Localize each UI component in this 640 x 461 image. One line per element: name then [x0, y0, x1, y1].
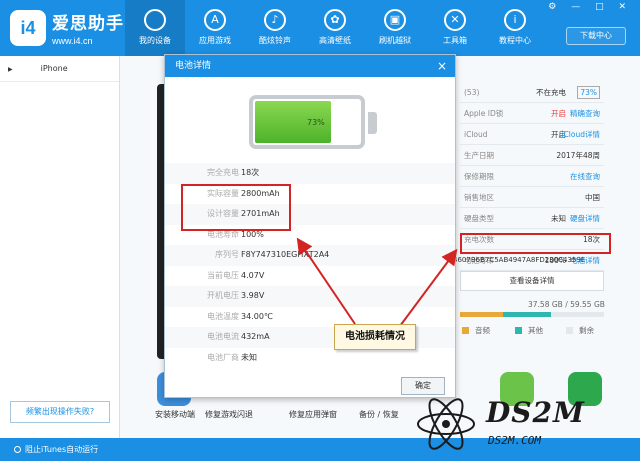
watermark-title: DS2M: [486, 396, 585, 429]
battery-wear-callout: 电池损耗情况: [334, 324, 416, 350]
watermark-url: DS2M.COM: [488, 434, 541, 447]
annotation-arrows: [296, 237, 458, 327]
arrow-to-capacity: [296, 237, 356, 325]
ds2m-watermark: DS2M DS2M.COM: [410, 394, 640, 454]
arrow-to-battery-life: [399, 248, 458, 327]
atom-logo-icon: [417, 398, 475, 450]
